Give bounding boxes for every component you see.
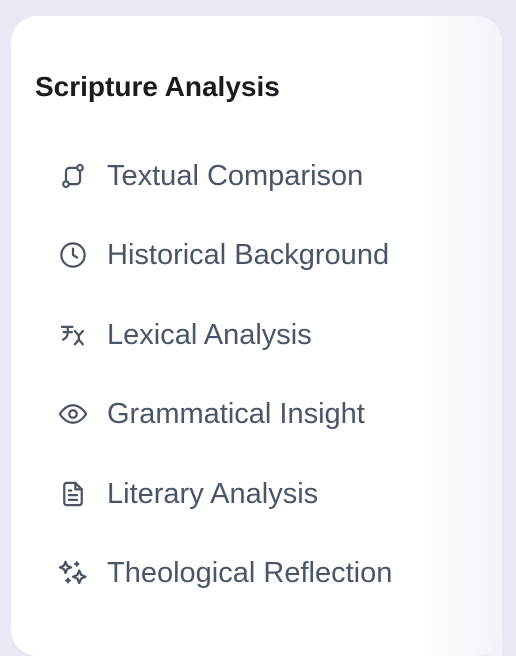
menu-item-grammatical-insight[interactable]: Grammatical Insight	[35, 375, 455, 455]
menu-item-label: Literary Analysis	[107, 477, 319, 510]
document-icon	[58, 479, 88, 509]
menu-item-label: Grammatical Insight	[107, 398, 365, 431]
git-compare-icon	[58, 161, 88, 191]
panel-title: Scripture Analysis	[35, 71, 280, 102]
menu-item-historical-background[interactable]: Historical Background	[35, 216, 455, 296]
menu-item-label: Historical Background	[107, 239, 390, 272]
menu-item-literary-analysis[interactable]: Literary Analysis	[35, 454, 455, 534]
menu-item-lexical-analysis[interactable]: Lexical Analysis	[35, 295, 455, 375]
clock-icon	[58, 240, 88, 270]
analysis-panel: Scripture Analysis Textual Comparison Hi…	[11, 16, 502, 656]
sparkles-icon	[58, 558, 88, 588]
analysis-menu: Textual Comparison Historical Background	[35, 136, 455, 613]
translate-icon	[58, 320, 88, 350]
menu-item-label: Textual Comparison	[107, 159, 364, 192]
menu-item-label: Theological Reflection	[107, 557, 393, 590]
menu-item-label: Lexical Analysis	[107, 318, 312, 351]
menu-item-theological-reflection[interactable]: Theological Reflection	[35, 534, 455, 614]
menu-item-textual-comparison[interactable]: Textual Comparison	[35, 136, 455, 216]
eye-icon	[58, 399, 88, 429]
